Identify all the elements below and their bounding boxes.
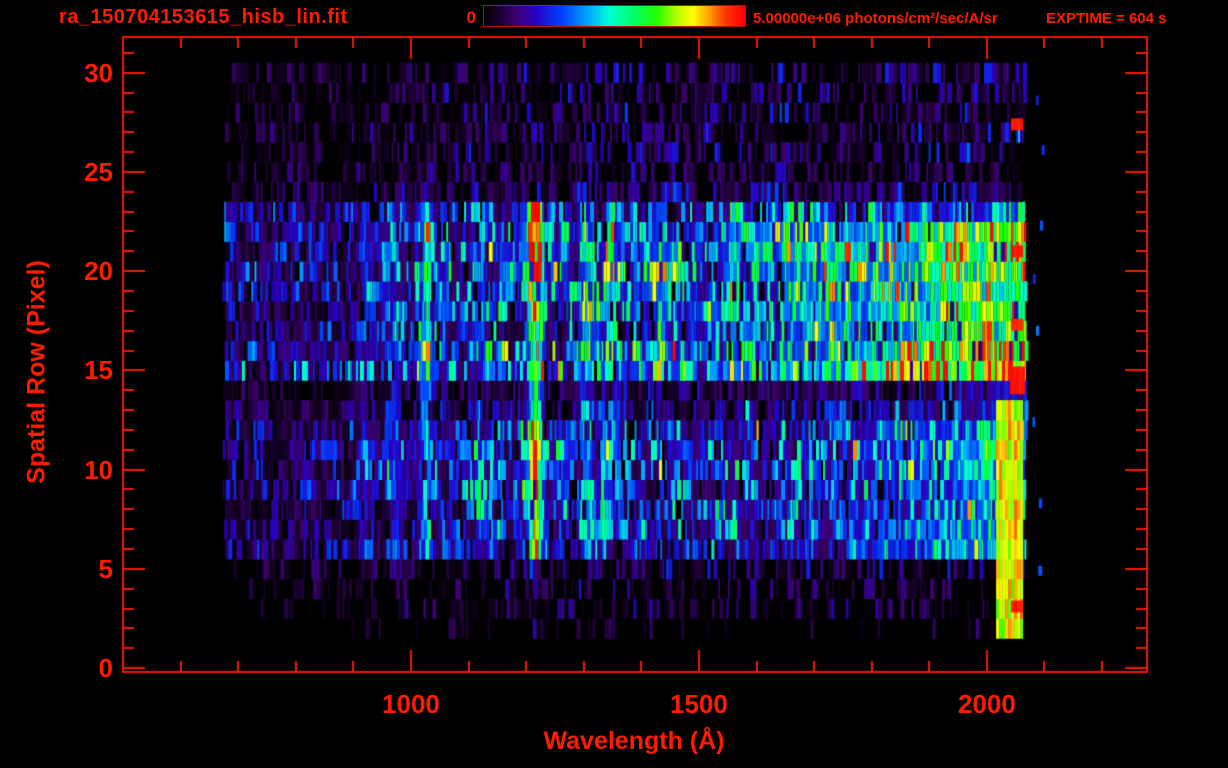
colorbar-gradient [483, 5, 746, 27]
idl-plot-window: ra_150704153615_hisb_lin.fit 0 5.00000e+… [0, 0, 1228, 768]
exptime-label: EXPTIME = 604 s [1046, 10, 1167, 27]
x-tick-label-2000: 2000 [957, 689, 1016, 719]
y-tick-label-25: 25 [84, 156, 113, 187]
y-axis-title: Spatial Row (Pixel) [22, 260, 51, 484]
filename-title: ra_150704153615_hisb_lin.fit [59, 6, 348, 28]
y-tick-label-0: 0 [98, 653, 113, 684]
y-tick-label-20: 20 [84, 256, 113, 287]
x-tick-label-1000: 1000 [382, 689, 440, 719]
spectrogram-canvas [0, 0, 1228, 768]
colorbar-max-label: 5.00000e+06 photons/cm²/sec/A/sr [753, 10, 998, 27]
x-axis-title: Wavelength (Å) [543, 727, 725, 755]
y-tick-label-5: 5 [98, 553, 113, 584]
x-tick-label-1500: 1500 [670, 689, 728, 719]
y-tick-label-30: 30 [84, 57, 113, 88]
y-tick-label-15: 15 [84, 355, 113, 386]
y-tick-label-10: 10 [84, 454, 113, 485]
colorbar-min-label: 0 [466, 8, 476, 27]
